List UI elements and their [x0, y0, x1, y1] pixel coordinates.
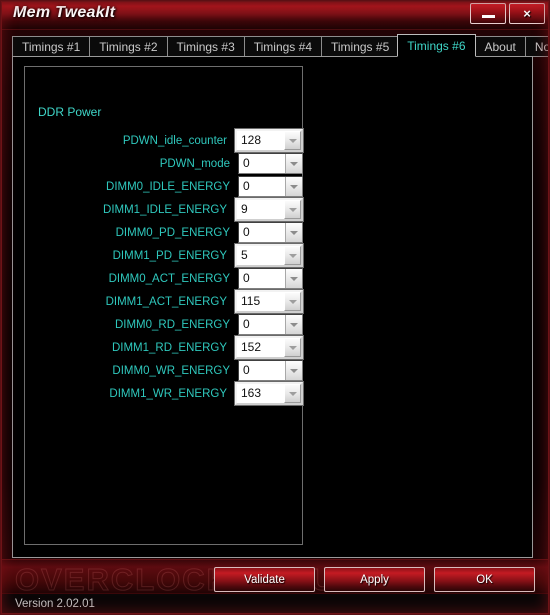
action-buttons: Validate Apply OK: [214, 567, 535, 592]
chevron-down-icon[interactable]: [284, 338, 301, 357]
combo-value[interactable]: 0: [239, 154, 285, 173]
field-row: DIMM1_IDLE_ENERGY 9: [24, 198, 303, 221]
title-bar: Mem TweakIt ×: [1, 1, 549, 30]
field-row: DIMM0_RD_ENERGY 0: [24, 313, 303, 336]
field-row: DIMM0_PD_ENERGY 0: [24, 221, 303, 244]
field-label: DIMM0_PD_ENERGY: [115, 226, 230, 239]
combo-box[interactable]: 128: [235, 129, 303, 152]
minimize-icon: [481, 15, 495, 18]
chevron-down-icon[interactable]: [284, 131, 301, 150]
combo-box[interactable]: 0: [238, 314, 303, 335]
chevron-down-glyph: [288, 345, 297, 350]
field-label: DIMM0_IDLE_ENERGY: [106, 180, 230, 193]
combo-value[interactable]: 5: [237, 246, 284, 265]
field-row: DIMM1_ACT_ENERGY 115: [24, 290, 303, 313]
tab-timings-5[interactable]: Timings #5: [321, 36, 399, 57]
close-button[interactable]: ×: [509, 3, 545, 24]
window-controls: ×: [470, 3, 545, 24]
field-label: DIMM1_PD_ENERGY: [112, 249, 227, 262]
combo-value[interactable]: 0: [239, 315, 285, 334]
chevron-down-glyph: [290, 161, 298, 166]
combo-box[interactable]: 0: [238, 176, 303, 197]
version-label: Version 2.02.01: [15, 598, 95, 610]
combo-value[interactable]: 115: [237, 292, 284, 311]
chevron-down-glyph: [290, 230, 298, 235]
field-row: DIMM1_PD_ENERGY 5: [24, 244, 303, 267]
chevron-down-glyph: [290, 276, 298, 281]
chevron-down-icon[interactable]: [284, 384, 301, 403]
field-row: DIMM0_IDLE_ENERGY 0: [24, 175, 303, 198]
field-row: DIMM0_ACT_ENERGY 0: [24, 267, 303, 290]
chevron-down-icon[interactable]: [285, 361, 302, 380]
combo-box[interactable]: 0: [238, 360, 303, 381]
field-label: DIMM1_RD_ENERGY: [111, 341, 227, 354]
tab-about[interactable]: About: [474, 36, 525, 57]
combo-value[interactable]: 0: [239, 177, 285, 196]
field-row: PDWN_mode 0: [24, 152, 303, 175]
combo-value[interactable]: 0: [239, 269, 285, 288]
field-row: DIMM1_WR_ENERGY 163: [24, 382, 303, 405]
field-row: DIMM0_WR_ENERGY 0: [24, 359, 303, 382]
combo-box[interactable]: 9: [235, 198, 303, 221]
chevron-down-glyph: [290, 322, 298, 327]
group-box-label: DDR Power: [33, 105, 107, 119]
chevron-down-icon[interactable]: [284, 246, 301, 265]
combo-value[interactable]: 128: [237, 131, 284, 150]
combo-box[interactable]: 0: [238, 268, 303, 289]
tab-timings-3[interactable]: Timings #3: [166, 36, 244, 57]
chevron-down-glyph: [288, 138, 297, 143]
combo-box[interactable]: 0: [238, 222, 303, 243]
field-label: PDWN_mode: [159, 157, 230, 170]
tab-timings-2[interactable]: Timings #2: [89, 36, 167, 57]
combo-value[interactable]: 0: [239, 361, 285, 380]
field-list: PDWN_idle_counter 128 PDWN_mode 0 DIMM0_IDLE…: [24, 129, 303, 405]
combo-box[interactable]: 152: [235, 336, 303, 359]
chevron-down-glyph: [288, 391, 297, 396]
tab-page-timings-6: DDR Power PDWN_idle_counter 128 PDWN_mode 0…: [12, 56, 533, 558]
chevron-down-icon[interactable]: [285, 315, 302, 334]
tab-timings-1[interactable]: Timings #1: [12, 36, 90, 57]
apply-button[interactable]: Apply: [324, 567, 425, 592]
combo-value[interactable]: 9: [237, 200, 284, 219]
chevron-down-glyph: [288, 299, 297, 304]
status-bar: Version 2.02.01: [1, 593, 549, 614]
tab-strip: Timings #1 Timings #2 Timings #3 Timings #4…: [12, 34, 549, 57]
application-window: Mem TweakIt × Timings #1 Timings #2 Timing…: [0, 0, 550, 615]
combo-box[interactable]: 5: [235, 244, 303, 267]
chevron-down-glyph: [288, 207, 297, 212]
field-label: DIMM0_ACT_ENERGY: [108, 272, 230, 285]
combo-value[interactable]: 163: [237, 384, 284, 403]
combo-value[interactable]: 0: [239, 223, 285, 242]
chevron-down-glyph: [290, 184, 298, 189]
combo-box[interactable]: 115: [235, 290, 303, 313]
field-label: DIMM1_IDLE_ENERGY: [103, 203, 227, 216]
field-label: PDWN_idle_counter: [122, 134, 227, 147]
tab-notice[interactable]: Notice: [524, 36, 549, 57]
field-label: DIMM0_WR_ENERGY: [112, 364, 230, 377]
field-row: PDWN_idle_counter 128: [24, 129, 303, 152]
validate-button[interactable]: Validate: [214, 567, 315, 592]
field-row: DIMM1_RD_ENERGY 152: [24, 336, 303, 359]
chevron-down-icon[interactable]: [285, 223, 302, 242]
field-label: DIMM1_ACT_ENERGY: [105, 295, 227, 308]
combo-box[interactable]: 163: [235, 382, 303, 405]
tab-timings-6[interactable]: Timings #6: [397, 34, 476, 57]
window-title: Mem TweakIt: [13, 4, 116, 21]
chevron-down-icon[interactable]: [284, 292, 301, 311]
chevron-down-icon[interactable]: [285, 154, 302, 173]
chevron-down-icon[interactable]: [285, 177, 302, 196]
chevron-down-glyph: [290, 368, 298, 373]
combo-value[interactable]: 152: [237, 338, 284, 357]
ok-button[interactable]: OK: [434, 567, 535, 592]
field-label: DIMM0_RD_ENERGY: [114, 318, 230, 331]
combo-box[interactable]: 0: [238, 153, 303, 174]
close-icon: ×: [523, 6, 531, 21]
field-label: DIMM1_WR_ENERGY: [109, 387, 227, 400]
chevron-down-icon[interactable]: [285, 269, 302, 288]
tab-timings-4[interactable]: Timings #4: [243, 36, 321, 57]
minimize-button[interactable]: [470, 3, 506, 24]
chevron-down-icon[interactable]: [284, 200, 301, 219]
chevron-down-glyph: [288, 253, 297, 258]
